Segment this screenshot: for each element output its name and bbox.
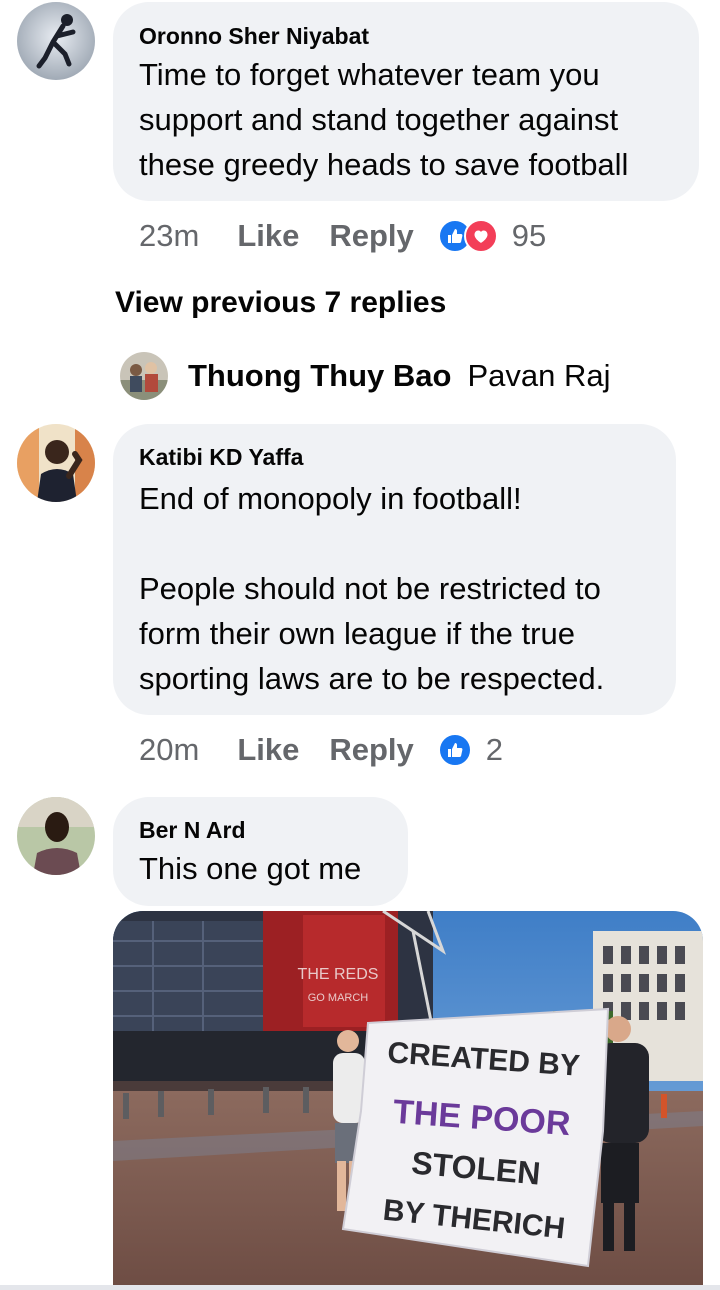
comment-text: Time to forget whatever team you support… bbox=[139, 57, 629, 182]
reply-button[interactable]: Reply bbox=[329, 218, 413, 254]
comment-bubble: Katibi KD Yaffa End of monopoly in footb… bbox=[113, 424, 676, 715]
comment-actions: 23m Like Reply 95 bbox=[139, 216, 546, 256]
comment-timestamp[interactable]: 20m bbox=[139, 732, 199, 768]
reply-mention[interactable]: Pavan Raj bbox=[467, 358, 610, 394]
love-icon bbox=[463, 219, 498, 253]
comment-author[interactable]: Ber N Ard bbox=[139, 817, 246, 844]
avatar-image bbox=[17, 797, 95, 875]
reply-preview[interactable]: Thuong Thuy Bao Pavan Raj bbox=[120, 350, 611, 402]
comment-bubble: Ber N Ard This one got me bbox=[113, 797, 408, 906]
avatar-image bbox=[17, 2, 95, 80]
avatar-image bbox=[120, 352, 168, 400]
comment-timestamp[interactable]: 23m bbox=[139, 218, 199, 254]
svg-text:THE REDS: THE REDS bbox=[298, 966, 379, 983]
comment-text: End of monopoly in football! People shou… bbox=[139, 481, 605, 696]
comment-actions: 20m Like Reply 2 bbox=[139, 730, 503, 770]
comment-author[interactable]: Oronno Sher Niyabat bbox=[139, 23, 369, 50]
divider bbox=[0, 1285, 720, 1290]
reactions-summary[interactable] bbox=[437, 219, 498, 253]
comment-bubble: Oronno Sher Niyabat Time to forget whate… bbox=[113, 2, 699, 201]
avatar-ber[interactable] bbox=[17, 797, 95, 875]
avatar-image bbox=[17, 424, 95, 502]
avatar-oronno[interactable] bbox=[17, 2, 95, 80]
reply-button[interactable]: Reply bbox=[329, 732, 413, 768]
like-icon bbox=[437, 733, 472, 767]
comment-author[interactable]: Katibi KD Yaffa bbox=[139, 444, 303, 471]
like-button[interactable]: Like bbox=[237, 732, 299, 768]
avatar-katibi[interactable] bbox=[17, 424, 95, 502]
reaction-count[interactable]: 95 bbox=[512, 218, 546, 254]
like-button[interactable]: Like bbox=[237, 218, 299, 254]
view-previous-replies[interactable]: View previous 7 replies bbox=[115, 286, 446, 320]
reply-author[interactable]: Thuong Thuy Bao bbox=[188, 358, 451, 394]
comment-text: This one got me bbox=[139, 851, 362, 886]
reactions-summary[interactable] bbox=[437, 733, 472, 767]
avatar-thuong[interactable] bbox=[120, 352, 168, 400]
reaction-count[interactable]: 2 bbox=[486, 732, 503, 768]
comment-photo[interactable]: THE REDS GO MARCH CREATED BY THE POOR ST… bbox=[113, 911, 703, 1286]
protest-photo: THE REDS GO MARCH CREATED BY THE POOR ST… bbox=[113, 911, 703, 1286]
svg-text:GO MARCH: GO MARCH bbox=[308, 992, 369, 1004]
